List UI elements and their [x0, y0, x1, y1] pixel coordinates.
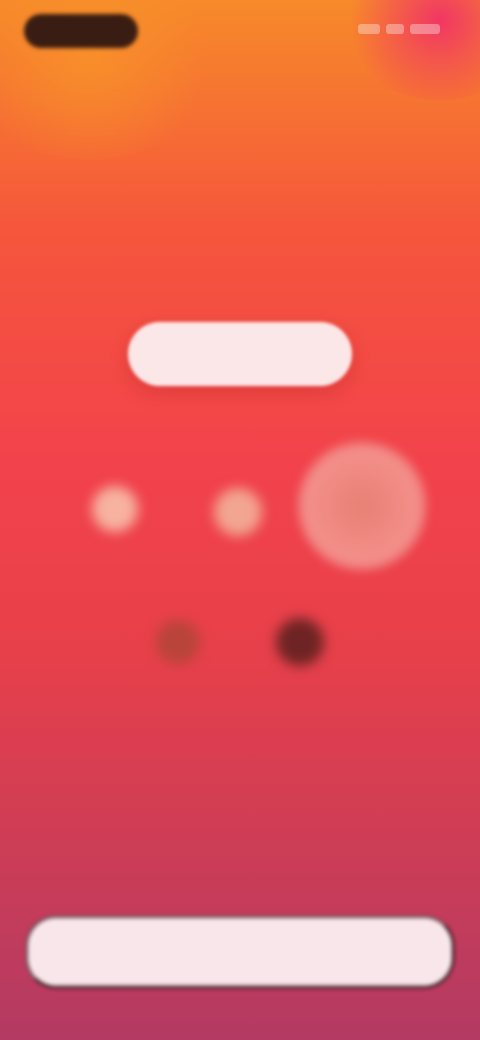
status-bar [0, 0, 480, 60]
signal-icon [358, 24, 380, 34]
bottom-continue-button[interactable] [26, 916, 454, 988]
dot-dark-2[interactable] [276, 618, 324, 666]
battery-icon [410, 24, 440, 34]
time-pill [24, 14, 138, 48]
wifi-icon [386, 24, 404, 34]
dot-dark-1[interactable] [156, 620, 200, 664]
dot-light-1[interactable] [92, 486, 138, 532]
dot-light-2[interactable] [214, 488, 262, 536]
app-screen [0, 0, 480, 1040]
primary-pill-button[interactable] [128, 322, 352, 386]
ring-large[interactable] [298, 442, 426, 570]
status-icons [358, 22, 446, 36]
